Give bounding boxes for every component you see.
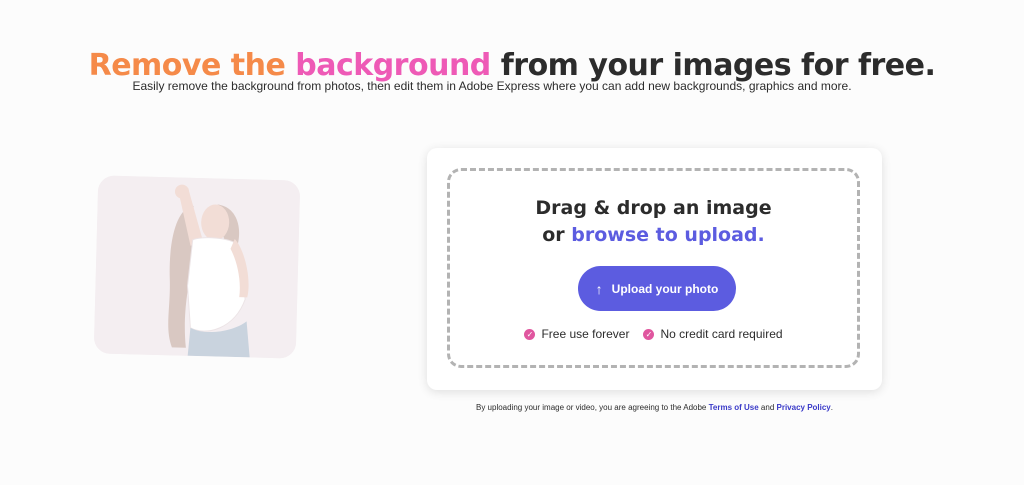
legal-and: and xyxy=(758,403,777,412)
feature-checks: ✓ Free use forever ✓ No credit card requ… xyxy=(450,327,857,341)
sample-photo-image xyxy=(93,175,301,359)
check-item: ✓ No credit card required xyxy=(643,327,783,341)
legal-prefix: By uploading your image or video, you ar… xyxy=(476,403,709,412)
drop-zone[interactable]: Drag & drop an image or browse to upload… xyxy=(447,168,860,368)
title-part-rest: from your images for free. xyxy=(490,48,936,84)
check-label: Free use forever xyxy=(541,327,630,341)
drop-subheading: or browse to upload. xyxy=(450,224,857,246)
terms-of-use-link[interactable]: Terms of Use xyxy=(709,403,759,412)
check-icon: ✓ xyxy=(643,328,655,340)
page: Remove the background from your images f… xyxy=(0,0,1024,485)
legal-suffix: . xyxy=(830,403,833,412)
check-label: No credit card required xyxy=(660,327,783,341)
check-item: ✓ Free use forever xyxy=(524,327,629,341)
title-part-remove: Remove the xyxy=(88,48,296,84)
sample-photo-card xyxy=(93,175,301,359)
browse-link[interactable]: browse to upload. xyxy=(571,224,764,246)
page-subtitle: Easily remove the background from photos… xyxy=(132,79,852,93)
upload-photo-button[interactable]: ↑ Upload your photo xyxy=(578,266,736,311)
check-icon: ✓ xyxy=(524,328,536,340)
privacy-policy-link[interactable]: Privacy Policy xyxy=(777,403,831,412)
legal-disclaimer: By uploading your image or video, you ar… xyxy=(427,403,882,412)
upload-panel: Drag & drop an image or browse to upload… xyxy=(427,148,882,390)
upload-arrow-icon: ↑ xyxy=(595,280,603,297)
or-text: or xyxy=(542,224,572,246)
upload-button-label: Upload your photo xyxy=(611,281,719,296)
drop-heading: Drag & drop an image xyxy=(535,197,772,219)
page-title: Remove the background from your images f… xyxy=(0,48,1024,83)
title-part-background: background xyxy=(295,48,491,84)
